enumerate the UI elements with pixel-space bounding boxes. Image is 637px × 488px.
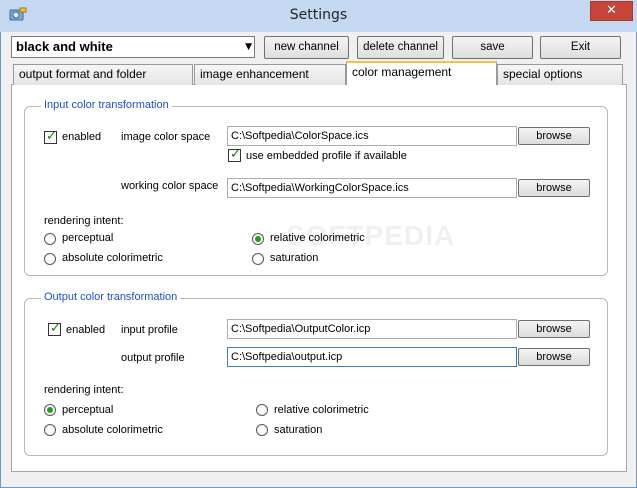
exit-button[interactable]: Exit <box>540 36 621 59</box>
checkmark-icon: ✓ <box>230 147 241 162</box>
channel-select[interactable]: black and white ▼ <box>11 36 255 58</box>
delete-channel-button[interactable]: delete channel <box>357 36 444 59</box>
output-relative-colorimetric-radio[interactable] <box>256 404 268 416</box>
input-enabled-label: enabled <box>62 131 102 143</box>
output-profile-field[interactable]: C:\Softpedia\output.icp <box>227 347 517 367</box>
image-color-space-browse-button[interactable]: browse <box>518 127 590 145</box>
output-absolute-colorimetric-label: absolute colorimetric <box>62 424 163 436</box>
input-saturation-radio[interactable] <box>252 253 264 265</box>
output-color-legend: Output color transformation <box>41 291 181 303</box>
input-saturation-label: saturation <box>270 252 319 264</box>
output-relative-colorimetric-label: relative colorimetric <box>274 404 369 416</box>
input-relative-colorimetric-label: relative colorimetric <box>270 232 365 244</box>
output-saturation-label: saturation <box>274 424 323 436</box>
output-enabled-checkbox[interactable]: ✓ <box>48 321 61 336</box>
output-saturation-radio[interactable] <box>256 424 268 436</box>
tab-special-options[interactable]: special options <box>497 64 623 85</box>
input-profile-browse-button[interactable]: browse <box>518 320 590 338</box>
working-color-space-label: working color space <box>121 180 219 192</box>
input-profile-field[interactable]: C:\Softpedia\OutputColor.icp <box>227 319 517 339</box>
image-color-space-field[interactable]: C:\Softpedia\ColorSpace.ics <box>227 126 517 146</box>
radio-selected-dot <box>47 407 53 413</box>
input-color-legend: Input color transformation <box>41 99 172 111</box>
radio-selected-dot <box>255 236 261 242</box>
tab-color-management[interactable]: color management <box>346 61 497 85</box>
window-title: Settings <box>289 7 348 23</box>
checkmark-icon: ✓ <box>50 321 61 336</box>
output-perceptual-label: perceptual <box>62 404 114 416</box>
save-button[interactable]: save <box>452 36 533 59</box>
output-rendering-intent-label: rendering intent: <box>44 384 124 396</box>
output-profile-browse-button[interactable]: browse <box>518 348 590 366</box>
use-embedded-label: use embedded profile if available <box>246 150 407 162</box>
input-rendering-intent-label: rendering intent: <box>44 215 124 227</box>
chevron-down-icon[interactable]: ▼ <box>245 42 252 52</box>
image-color-space-label: image color space <box>121 131 211 143</box>
new-channel-button[interactable]: new channel <box>264 36 349 59</box>
input-absolute-colorimetric-radio[interactable] <box>44 253 56 265</box>
output-profile-label: output profile <box>121 352 185 364</box>
output-perceptual-radio[interactable] <box>44 404 56 416</box>
tab-output-format-and-folder[interactable]: output format and folder <box>13 64 193 85</box>
tab-image-enhancement[interactable]: image enhancement <box>194 64 346 85</box>
input-perceptual-label: perceptual <box>62 232 114 244</box>
close-icon[interactable]: ✕ <box>590 1 633 21</box>
use-embedded-checkbox[interactable]: ✓ <box>228 147 241 162</box>
checkmark-icon: ✓ <box>46 129 57 144</box>
input-relative-colorimetric-radio[interactable] <box>252 233 264 245</box>
output-absolute-colorimetric-radio[interactable] <box>44 424 56 436</box>
input-enabled-checkbox[interactable]: ✓ <box>44 129 57 144</box>
channel-select-value: black and white <box>16 39 113 54</box>
input-perceptual-radio[interactable] <box>44 233 56 245</box>
working-color-space-browse-button[interactable]: browse <box>518 179 590 197</box>
working-color-space-field[interactable]: C:\Softpedia\WorkingColorSpace.ics <box>227 178 517 198</box>
input-profile-label: input profile <box>121 324 178 336</box>
input-absolute-colorimetric-label: absolute colorimetric <box>62 252 163 264</box>
output-enabled-label: enabled <box>66 324 106 336</box>
